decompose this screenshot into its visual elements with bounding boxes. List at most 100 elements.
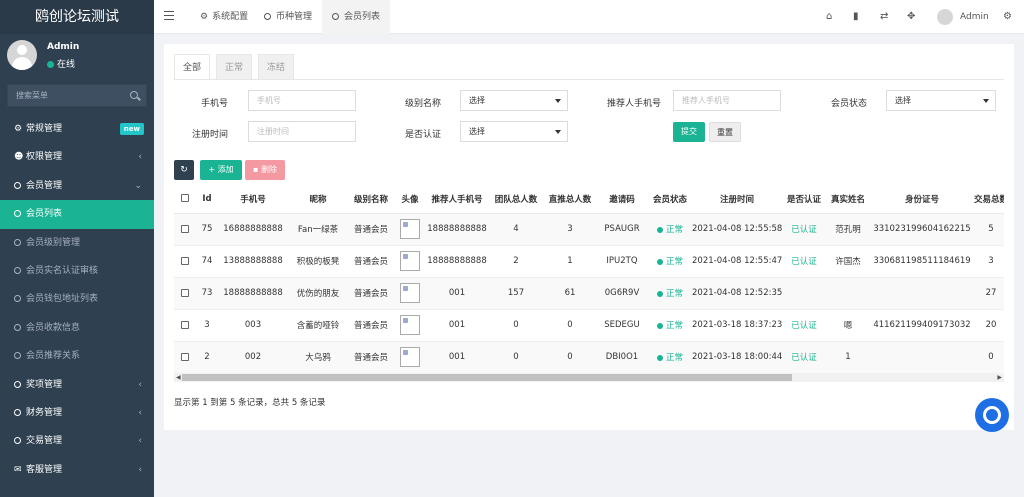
- row-checkbox[interactable]: [181, 224, 189, 233]
- select-all-checkbox[interactable]: [181, 194, 189, 203]
- table-row[interactable]: 75 16888888888 Fan一绿茶 普通会员 18888888888 4…: [174, 212, 1004, 245]
- plus-icon: +: [208, 165, 216, 174]
- submit-button[interactable]: 提交: [673, 122, 705, 142]
- sidebar-item-member-wallet[interactable]: 会员钱包地址列表: [0, 285, 154, 313]
- phone-input[interactable]: [248, 90, 356, 111]
- col-phone[interactable]: 手机号: [218, 185, 288, 214]
- col-id-card[interactable]: 身份证号: [870, 185, 974, 214]
- tab-member-list[interactable]: 会员列表: [322, 0, 391, 34]
- settings-icon[interactable]: ⚙: [1003, 11, 1012, 22]
- cell-ref-phone: 001: [426, 308, 488, 341]
- menu-search: [7, 84, 147, 107]
- status-select[interactable]: 选择: [886, 90, 996, 111]
- col-nickname[interactable]: 昵称: [288, 185, 348, 214]
- refresh-button[interactable]: ↻: [174, 160, 194, 180]
- col-team[interactable]: 团队总人数: [488, 185, 544, 214]
- fullscreen-icon[interactable]: ✥: [907, 11, 915, 22]
- trash-icon[interactable]: ▮: [853, 11, 859, 22]
- top-avatar[interactable]: [937, 9, 953, 25]
- translate-icon[interactable]: ⇄: [880, 11, 888, 22]
- tab-frozen[interactable]: 冻结: [258, 54, 294, 80]
- col-trades[interactable]: 交易总数: [974, 185, 1004, 214]
- sidebar-item-member-level[interactable]: 会员级别管理: [0, 229, 154, 257]
- sidebar-item-finance[interactable]: 财务管理 ‹: [0, 399, 154, 427]
- reg-time-input[interactable]: [248, 121, 356, 142]
- sidebar-item-service[interactable]: ✉ 客服管理 ‹: [0, 456, 154, 484]
- top-username[interactable]: Admin: [960, 12, 989, 22]
- col-direct[interactable]: 直推总人数: [544, 185, 596, 214]
- col-level[interactable]: 级别名称: [348, 185, 394, 214]
- reset-button[interactable]: 重置: [709, 122, 741, 142]
- sidebar-item-member-verify[interactable]: 会员实名认证审核: [0, 257, 154, 285]
- col-verified[interactable]: 是否认证: [782, 185, 826, 214]
- row-checkbox[interactable]: [181, 256, 189, 265]
- chevron-left-icon: ‹: [138, 379, 142, 390]
- home-icon[interactable]: ⌂: [826, 11, 832, 22]
- circle-icon: [14, 352, 21, 360]
- menu-search-input[interactable]: [8, 85, 118, 106]
- sidebar-item-member-list[interactable]: 会员列表: [0, 200, 154, 229]
- sidebar-item-member-referral[interactable]: 会员推荐关系: [0, 342, 154, 370]
- table-row[interactable]: 74 13888888888 积极的板凳 普通会员 18888888888 2 …: [174, 244, 1004, 277]
- cell-level: 普通会员: [348, 244, 394, 277]
- scrollbar-thumb[interactable]: [182, 374, 792, 381]
- sidebar-item-permission[interactable]: ☻ 权限管理 ‹: [0, 143, 154, 171]
- gear-icon: ⚙: [200, 12, 209, 22]
- level-select[interactable]: 选择: [460, 90, 568, 111]
- avatar-image-icon[interactable]: [400, 347, 420, 368]
- cell-verified: 已认证: [782, 212, 826, 245]
- avatar-image-icon[interactable]: [400, 283, 420, 303]
- sidebar-item-member-payment[interactable]: 会员收款信息: [0, 314, 154, 342]
- menu-toggle-icon[interactable]: [164, 11, 174, 20]
- tab-currency[interactable]: 币种管理: [258, 0, 318, 34]
- verified-select[interactable]: 选择: [460, 121, 568, 142]
- sidebar-item-member[interactable]: 会员管理 ⌄: [0, 172, 154, 200]
- add-button[interactable]: + 添加: [200, 160, 242, 180]
- ref-phone-input[interactable]: [673, 90, 781, 111]
- chat-support-button[interactable]: [975, 398, 1009, 432]
- member-table: Id 手机号 昵称 级别名称 头像 推荐人手机号 团队总人数 直推总人数 邀请码…: [174, 185, 1004, 373]
- sidebar-item-awards[interactable]: 奖项管理 ‹: [0, 371, 154, 399]
- table-row[interactable]: 73 18888888888 优伤的朋友 普通会员 001 157 61 0G6…: [174, 276, 1004, 309]
- col-reg-time[interactable]: 注册时间: [692, 185, 782, 214]
- tab-all[interactable]: 全部: [174, 54, 210, 80]
- col-status[interactable]: 会员状态: [648, 185, 692, 214]
- cell-ref-phone: 001: [426, 340, 488, 373]
- chevron-left-icon: ‹: [138, 407, 142, 418]
- avatar-image-icon[interactable]: [400, 315, 420, 335]
- search-icon[interactable]: [130, 91, 138, 99]
- cell-team: 0: [488, 308, 544, 341]
- tab-normal[interactable]: 正常: [216, 54, 252, 80]
- table-row[interactable]: 2 002 大乌鸦 普通会员 001 0 0 DBI0O1 正常 2021-03…: [174, 340, 1004, 373]
- chevron-left-icon: ‹: [138, 152, 142, 163]
- cell-phone: 13888888888: [218, 244, 288, 277]
- scroll-right-icon[interactable]: ▶: [997, 374, 1002, 381]
- cell-id: 2: [196, 340, 218, 373]
- topbar: ⚙ 系统配置 币种管理 会员列表 ⌂ ▮ ⇄ ✥ Admin ⚙: [154, 0, 1024, 34]
- cell-id-card: 331023199604162215: [870, 212, 974, 245]
- table-row[interactable]: 3 003 含蓄的哑铃 普通会员 001 0 0 SEDEGU 正常 2021-…: [174, 308, 1004, 341]
- status-dot-icon: [656, 290, 663, 297]
- caret-down-icon: [983, 99, 989, 103]
- col-real-name[interactable]: 真实姓名: [826, 185, 870, 214]
- col-ref-phone[interactable]: 推荐人手机号: [426, 185, 488, 214]
- row-checkbox[interactable]: [181, 352, 189, 361]
- row-checkbox[interactable]: [181, 320, 189, 329]
- sidebar-item-general[interactable]: ⚙ 常规管理 new: [0, 115, 154, 143]
- col-id[interactable]: Id: [196, 185, 218, 214]
- col-avatar[interactable]: 头像: [394, 185, 426, 214]
- avatar-image-icon[interactable]: [400, 251, 420, 271]
- circle-icon: [14, 266, 21, 274]
- avatar-image-icon[interactable]: [400, 219, 420, 239]
- sidebar-item-trade[interactable]: 交易管理 ‹: [0, 427, 154, 455]
- scroll-left-icon[interactable]: ◀: [176, 374, 181, 381]
- col-invite-code[interactable]: 邀请码: [596, 185, 648, 214]
- cell-nickname: Fan一绿茶: [288, 212, 348, 245]
- delete-button[interactable]: ▪ 删除: [245, 160, 285, 180]
- row-checkbox[interactable]: [181, 288, 189, 297]
- comments-icon: ✉: [14, 464, 22, 475]
- tab-system-config[interactable]: ⚙ 系统配置: [194, 0, 254, 34]
- circle-icon: [14, 210, 21, 218]
- cell-phone: 16888888888: [218, 212, 288, 245]
- table-horizontal-scrollbar[interactable]: ◀ ▶: [174, 373, 1004, 382]
